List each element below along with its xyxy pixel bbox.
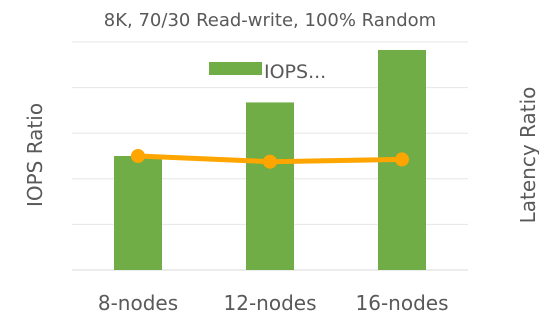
x-tick-labels: 8-nodes 12-nodes 16-nodes xyxy=(98,291,449,315)
chart: 8K, 70/30 Read-write, 100% Random 8-node… xyxy=(23,10,539,315)
bar xyxy=(246,102,294,270)
bar xyxy=(114,156,162,270)
line-point xyxy=(395,152,409,167)
y-axis-label: IOPS Ratio xyxy=(23,103,47,207)
legend-swatch xyxy=(209,62,262,75)
chart-title: 8K, 70/30 Read-write, 100% Random xyxy=(104,10,436,31)
line-point xyxy=(131,149,145,163)
y2-axis-label: Latency Ratio xyxy=(516,87,539,224)
line-point xyxy=(263,154,277,169)
x-tick-label: 12-nodes xyxy=(224,291,317,315)
x-tick-label: 8-nodes xyxy=(98,291,178,315)
legend-label: IOPS... xyxy=(264,61,326,83)
x-tick-label: 16-nodes xyxy=(356,291,449,315)
legend: IOPS... xyxy=(209,61,326,83)
